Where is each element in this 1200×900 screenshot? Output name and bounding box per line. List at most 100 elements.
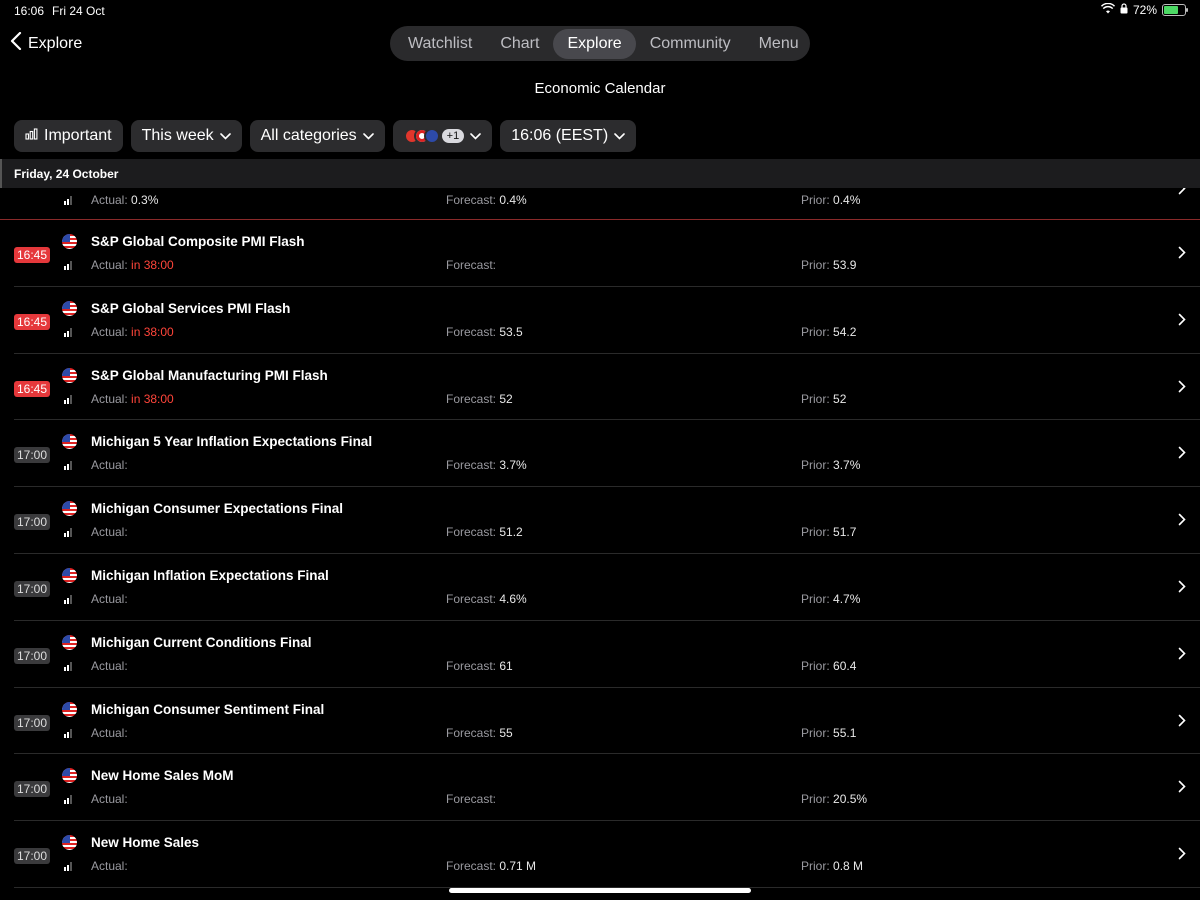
us-flag-icon (62, 835, 77, 851)
chevron-right-icon (1178, 380, 1186, 398)
battery-fill (1164, 6, 1179, 14)
status-bar: 16:06 Fri 24 Oct 72% (0, 0, 1200, 22)
back-button[interactable]: Explore (10, 31, 83, 55)
chevron-right-icon (1178, 246, 1186, 264)
event-name: Michigan Consumer Expectations Final (91, 501, 344, 517)
tab-menu[interactable]: Menu (745, 29, 813, 59)
more-countries-badge: +1 (441, 129, 465, 143)
back-label: Explore (28, 34, 83, 52)
forecast-field: Forecast: 52 (446, 391, 513, 406)
prior-field: Prior: 0.4% (801, 193, 861, 207)
importance-icon (64, 394, 72, 404)
event-time-badge: 17:00 (14, 848, 51, 865)
actual-field: Actual: (91, 458, 128, 473)
country-flags: +1 (403, 128, 465, 144)
chevron-down-icon (470, 127, 482, 145)
forecast-field: Forecast: 3.7% (446, 458, 527, 473)
timezone-dropdown[interactable]: 16:06 (EEST) (500, 120, 637, 152)
event-time-badge: 17:00 (14, 580, 51, 597)
event-row[interactable]: 16:45 S&P Global Manufacturing PMI Flash A… (14, 354, 1200, 421)
actual-field: Actual: 0.3% (91, 193, 159, 207)
events-list: Actual: 0.3% Forecast: 0.4% Prior: 0.4% … (0, 182, 1200, 888)
forecast-field: Forecast: 0.71 M (446, 859, 537, 874)
event-row-partial[interactable]: Actual: 0.3% Forecast: 0.4% Prior: 0.4% (0, 182, 1200, 220)
forecast-field: Forecast: 61 (446, 658, 513, 673)
filter-bar: Important This week All categories +1 16… (14, 120, 637, 152)
flag-icon (423, 128, 440, 144)
event-name: Michigan Inflation Expectations Final (91, 567, 329, 583)
actual-field: Actual: (91, 859, 128, 874)
chevron-right-icon (1178, 714, 1186, 732)
categories-dropdown[interactable]: All categories (249, 120, 385, 152)
countries-dropdown[interactable]: +1 (392, 120, 493, 152)
prior-field: Prior: 55.1 (801, 725, 857, 740)
tab-chart[interactable]: Chart (486, 29, 553, 59)
event-name: S&P Global Services PMI Flash (91, 300, 291, 316)
chevron-right-icon (1178, 780, 1186, 798)
event-row[interactable]: 17:00 Michigan Consumer Expectations Fina… (14, 487, 1200, 554)
importance-icon (64, 528, 72, 538)
chevron-right-icon (1178, 647, 1186, 665)
page-title: Economic Calendar (534, 80, 666, 97)
tab-explore[interactable]: Explore (553, 28, 636, 59)
main-tabs: Watchlist Chart Explore Community Menu (390, 26, 810, 61)
period-label: This week (141, 127, 214, 144)
status-date: Fri 24 Oct (52, 4, 105, 18)
battery-icon (1162, 4, 1188, 16)
forecast-field: Forecast: 53.5 (446, 324, 523, 339)
event-row[interactable]: 17:00 Michigan Current Conditions Final Ac… (14, 621, 1200, 688)
importance-icon (64, 196, 72, 205)
lock-rotation-icon (1120, 3, 1128, 17)
us-flag-icon (62, 701, 77, 717)
event-row[interactable]: 17:00 New Home Sales MoM Actual: Forecast:… (14, 754, 1200, 822)
battery-percent: 72% (1132, 3, 1157, 17)
event-row[interactable]: 17:00 New Home Sales Actual: Forecast: 0.7… (14, 821, 1200, 888)
wifi-icon (1100, 2, 1116, 17)
event-row[interactable]: 17:00 Michigan 5 Year Inflation Expectati… (14, 420, 1200, 488)
chevron-right-icon (1178, 847, 1186, 865)
period-dropdown[interactable]: This week (130, 120, 242, 152)
event-time-badge: 16:45 (14, 313, 51, 330)
us-flag-icon (62, 768, 77, 784)
tab-watchlist[interactable]: Watchlist (394, 29, 486, 59)
actual-field: Actual: (91, 725, 128, 740)
actual-field: Actual: (91, 525, 128, 540)
chevron-right-icon (1178, 513, 1186, 531)
event-time-badge: 16:45 (14, 247, 51, 263)
event-row[interactable]: 17:00 Michigan Inflation Expectations Fin… (14, 554, 1200, 621)
event-row[interactable]: 17:00 Michigan Consumer Sentiment Final Ac… (14, 688, 1200, 755)
actual-field: Actual: in 38:00 (91, 391, 174, 406)
event-time-badge: 17:00 (14, 514, 51, 531)
forecast-field: Forecast: 55 (446, 725, 513, 740)
important-filter-button[interactable]: Important (14, 120, 123, 152)
forecast-field: Forecast: 0.4% (446, 193, 527, 207)
event-time-badge: 17:00 (14, 781, 51, 798)
importance-icon (64, 327, 72, 337)
event-time-badge: 17:00 (14, 447, 51, 464)
prior-field: Prior: 60.4 (801, 658, 857, 673)
event-row[interactable]: 16:45 S&P Global Composite PMI Flash Actua… (14, 220, 1200, 287)
us-flag-icon (62, 567, 77, 583)
timezone-label: 16:06 (EEST) (511, 127, 609, 144)
prior-field: Prior: 54.2 (801, 324, 857, 339)
actual-field: Actual: (91, 591, 128, 606)
importance-icon (64, 728, 72, 738)
prior-field: Prior: 52 (801, 391, 847, 406)
event-name: Michigan Consumer Sentiment Final (91, 701, 325, 717)
actual-field: Actual: (91, 658, 128, 673)
importance-icon (64, 862, 72, 872)
us-flag-icon (62, 234, 77, 249)
importance-icon (64, 261, 72, 270)
forecast-field: Forecast: (446, 258, 497, 272)
prior-field: Prior: 0.8 M (801, 859, 864, 874)
us-flag-icon (62, 634, 77, 650)
tab-community[interactable]: Community (636, 29, 745, 59)
us-flag-icon (62, 367, 77, 383)
chevron-right-icon (1178, 446, 1186, 464)
importance-icon (64, 795, 72, 805)
home-indicator[interactable] (449, 888, 751, 893)
event-row[interactable]: 16:45 S&P Global Services PMI Flash Actual… (14, 287, 1200, 354)
chevron-left-icon (10, 31, 22, 55)
importance-icon (64, 661, 72, 671)
chevron-down-icon (362, 127, 374, 145)
